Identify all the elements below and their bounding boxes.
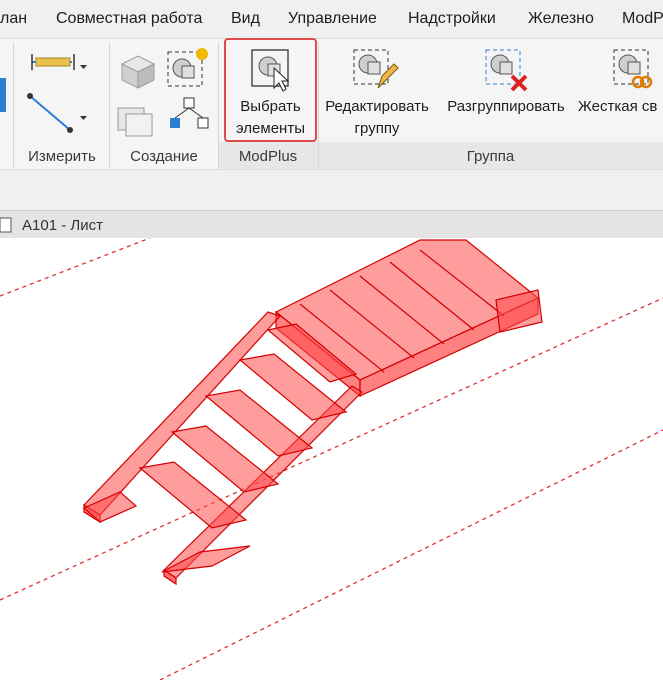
model-in-place-icon[interactable] (114, 46, 160, 92)
separator (13, 42, 14, 168)
view-tab-bar: A101 - Лист (0, 210, 663, 239)
group-hierarchy-icon[interactable] (166, 94, 214, 138)
view-tab-title[interactable]: A101 - Лист (22, 217, 103, 234)
create-group-icon[interactable] (164, 44, 214, 92)
dimension-icon[interactable] (28, 50, 88, 74)
menu-bar: лан Совместная работа Вид Управление Над… (0, 0, 663, 39)
menu-item-manage[interactable]: Управление (288, 10, 377, 28)
modify-icon[interactable] (0, 74, 10, 118)
ungroup-icon[interactable] (480, 44, 532, 92)
menu-item-iron[interactable]: Железно (528, 10, 594, 28)
rigid-link-label: Жесткая св (578, 98, 658, 115)
ungroup-label: Разгруппировать (447, 98, 565, 115)
menu-item-addins[interactable]: Надстройки (408, 10, 496, 28)
ribbon: Измерить Создание Выбрать элементы ModPl… (0, 38, 663, 170)
drawing-viewport[interactable] (0, 237, 663, 681)
menu-item-plan[interactable]: лан (0, 10, 27, 28)
stair-drawing (0, 237, 663, 681)
separator (109, 42, 110, 168)
measure-panel-label: Измерить (28, 148, 96, 165)
menu-item-modplus[interactable]: ModP (622, 10, 663, 28)
modplus-panel-label: ModPlus (238, 148, 298, 165)
dropdown-arrow-icon[interactable] (80, 63, 88, 71)
edit-group-label-1: Редактировать (325, 98, 429, 115)
sheet-icon (0, 217, 12, 233)
menu-item-collaborate[interactable]: Совместная работа (56, 10, 202, 28)
edit-group-icon[interactable] (348, 44, 400, 92)
create-panel-label: Создание (130, 148, 198, 165)
ribbon-top-line (0, 38, 663, 39)
select-elements-button[interactable] (224, 38, 317, 142)
menu-item-view[interactable]: Вид (231, 10, 260, 28)
options-bar (0, 169, 663, 211)
create-similar-icon[interactable] (112, 96, 162, 142)
rigid-link-icon[interactable] (608, 44, 663, 92)
edit-group-label-2: группу (354, 120, 400, 137)
dropdown-arrow-icon[interactable] (80, 114, 88, 122)
measure-line-icon[interactable] (26, 90, 78, 136)
group-panel-label: Группа (466, 148, 515, 165)
stair-model (82, 239, 543, 586)
